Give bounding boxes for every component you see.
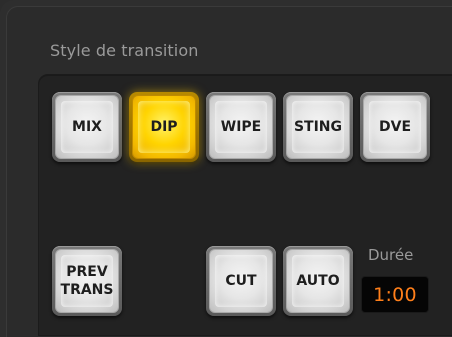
transition-style-panel: Style de transition MIX DIP WIPE STING D… [0,0,452,337]
panel-title: Style de transition [50,41,199,60]
dip-button-label: DIP [150,119,178,135]
prev-trans-label-line2: TRANS [60,282,114,298]
auto-button[interactable]: AUTO [283,246,353,316]
dve-button[interactable]: DVE [360,92,430,162]
auto-button-label: AUTO [296,273,340,289]
cut-button-label: CUT [225,273,257,289]
duration-display[interactable]: 1:00 [361,276,429,313]
mix-button[interactable]: MIX [52,92,122,162]
duration-value: 1:00 [373,283,417,306]
sting-button[interactable]: STING [283,92,353,162]
sting-button-label: STING [293,119,343,135]
prev-trans-label-line1: PREV [66,264,108,280]
dip-button[interactable]: DIP [129,92,199,162]
duration-label: Durée [368,246,414,264]
dve-button-label: DVE [378,119,412,135]
mix-button-label: MIX [72,119,102,135]
cut-button[interactable]: CUT [206,246,276,316]
prev-trans-button[interactable]: PREV TRANS [52,246,122,316]
prev-trans-button-label: PREV TRANS [61,263,114,299]
wipe-button[interactable]: WIPE [206,92,276,162]
wipe-button-label: WIPE [220,119,262,135]
